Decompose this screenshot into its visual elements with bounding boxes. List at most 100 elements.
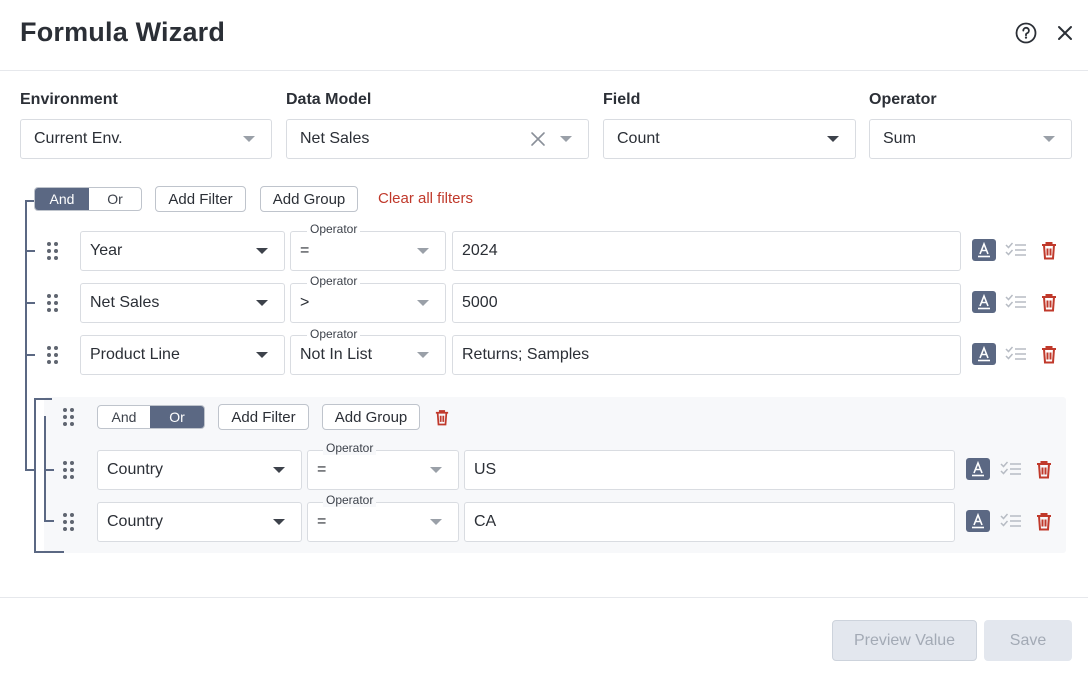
filter-operator-select[interactable]: = (307, 450, 459, 490)
chevron-down-icon (243, 136, 255, 142)
dialog-footer: Preview Value Save (0, 597, 1088, 677)
operator-select[interactable]: Sum (869, 119, 1072, 159)
drag-handle-icon[interactable] (47, 346, 59, 364)
operator-value: Sum (883, 130, 916, 147)
filter-field-select[interactable]: Country (97, 450, 302, 490)
chevron-down-icon (827, 136, 839, 142)
root-or-option[interactable]: Or (89, 188, 141, 210)
group-and-option[interactable]: And (98, 406, 150, 428)
text-format-icon[interactable] (966, 458, 990, 480)
filter-value-input[interactable]: 2024 (452, 231, 961, 271)
filter-operator-value: = (317, 513, 327, 530)
filter-value-input[interactable]: 5000 (452, 283, 961, 323)
chevron-down-icon (417, 352, 429, 358)
root-logic-toggle[interactable]: And Or (34, 187, 142, 211)
field-select[interactable]: Count (603, 119, 856, 159)
filter-field-select[interactable]: Year (80, 231, 285, 271)
text-format-icon[interactable] (972, 343, 996, 365)
filter-operator-value: > (300, 294, 310, 311)
tree-connector (34, 398, 36, 553)
group-add-group-button[interactable]: Add Group (322, 404, 420, 430)
clear-all-filters-link[interactable]: Clear all filters (378, 190, 473, 207)
chevron-down-icon (256, 352, 268, 358)
chevron-down-icon (1043, 136, 1055, 142)
tree-connector (44, 520, 54, 522)
filter-field-select[interactable]: Net Sales (80, 283, 285, 323)
text-format-icon[interactable] (972, 239, 996, 261)
chevron-down-icon (417, 300, 429, 306)
chevron-down-icon (256, 300, 268, 306)
operator-field-label: Operator (307, 274, 361, 288)
chevron-down-icon (560, 136, 572, 142)
filter-field-select[interactable]: Product Line (80, 335, 285, 375)
tree-connector (25, 200, 27, 470)
drag-handle-icon[interactable] (63, 513, 75, 531)
filter-operator-select[interactable]: > (290, 283, 446, 323)
tree-connector (34, 398, 52, 400)
filter-value-input[interactable]: Returns; Samples (452, 335, 961, 375)
help-circle-icon[interactable] (1014, 21, 1038, 45)
operator-field-label: Operator (323, 493, 377, 507)
drag-handle-icon[interactable] (63, 461, 75, 479)
drag-handle-icon[interactable] (47, 294, 59, 312)
text-format-icon[interactable] (972, 291, 996, 313)
group-or-option[interactable]: Or (150, 406, 204, 428)
preview-value-button[interactable]: Preview Value (832, 620, 977, 661)
filter-field-value: Product Line (90, 346, 180, 363)
filter-operator-select[interactable]: = (307, 502, 459, 542)
trash-icon[interactable] (1034, 458, 1054, 480)
chevron-down-icon (430, 519, 442, 525)
checklist-icon[interactable] (1004, 344, 1028, 364)
tree-connector (25, 250, 35, 252)
checklist-icon[interactable] (999, 459, 1023, 479)
field-value: Count (617, 130, 660, 147)
data-model-value: Net Sales (300, 130, 370, 147)
data-model-label: Data Model (286, 91, 372, 108)
filter-field-value: Country (107, 513, 164, 530)
clear-icon[interactable] (530, 131, 546, 147)
filter-operator-value: Not In List (300, 346, 373, 363)
filter-value-input[interactable]: CA (464, 502, 955, 542)
trash-icon[interactable] (1039, 291, 1059, 313)
tree-connector (25, 354, 35, 356)
text-format-icon[interactable] (966, 510, 990, 532)
filter-value-input[interactable]: US (464, 450, 955, 490)
checklist-icon[interactable] (1004, 240, 1028, 260)
field-label: Field (603, 91, 641, 108)
chevron-down-icon (430, 467, 442, 473)
filter-field-value: Country (107, 461, 164, 478)
drag-handle-icon[interactable] (63, 408, 75, 426)
checklist-icon[interactable] (1004, 292, 1028, 312)
environment-value: Current Env. (34, 130, 123, 147)
chevron-down-icon (417, 248, 429, 254)
save-button[interactable]: Save (984, 620, 1072, 661)
delete-group-icon[interactable] (433, 407, 451, 427)
data-model-select[interactable]: Net Sales (286, 119, 589, 159)
operator-field-label: Operator (307, 222, 361, 236)
trash-icon[interactable] (1039, 239, 1059, 261)
root-and-option[interactable]: And (35, 188, 89, 210)
group-logic-toggle[interactable]: And Or (97, 405, 205, 429)
dialog-title: Formula Wizard (20, 17, 226, 47)
tree-connector (34, 551, 64, 553)
trash-icon[interactable] (1039, 343, 1059, 365)
chevron-down-icon (256, 248, 268, 254)
filter-operator-select[interactable]: = (290, 231, 446, 271)
checklist-icon[interactable] (999, 511, 1023, 531)
environment-select[interactable]: Current Env. (20, 119, 272, 159)
close-icon[interactable] (1053, 21, 1077, 45)
filter-operator-value: = (300, 242, 310, 259)
filter-operator-select[interactable]: Not In List (290, 335, 446, 375)
add-group-button[interactable]: Add Group (260, 186, 358, 212)
operator-field-label: Operator (323, 441, 377, 455)
add-filter-button[interactable]: Add Filter (155, 186, 246, 212)
group-add-filter-button[interactable]: Add Filter (218, 404, 309, 430)
drag-handle-icon[interactable] (47, 242, 59, 260)
filter-field-select[interactable]: Country (97, 502, 302, 542)
operator-field-label: Operator (307, 327, 361, 341)
dialog-header: Formula Wizard (0, 0, 1088, 71)
chevron-down-icon (273, 519, 285, 525)
filter-operator-value: = (317, 461, 327, 478)
trash-icon[interactable] (1034, 510, 1054, 532)
tree-connector (25, 302, 35, 304)
